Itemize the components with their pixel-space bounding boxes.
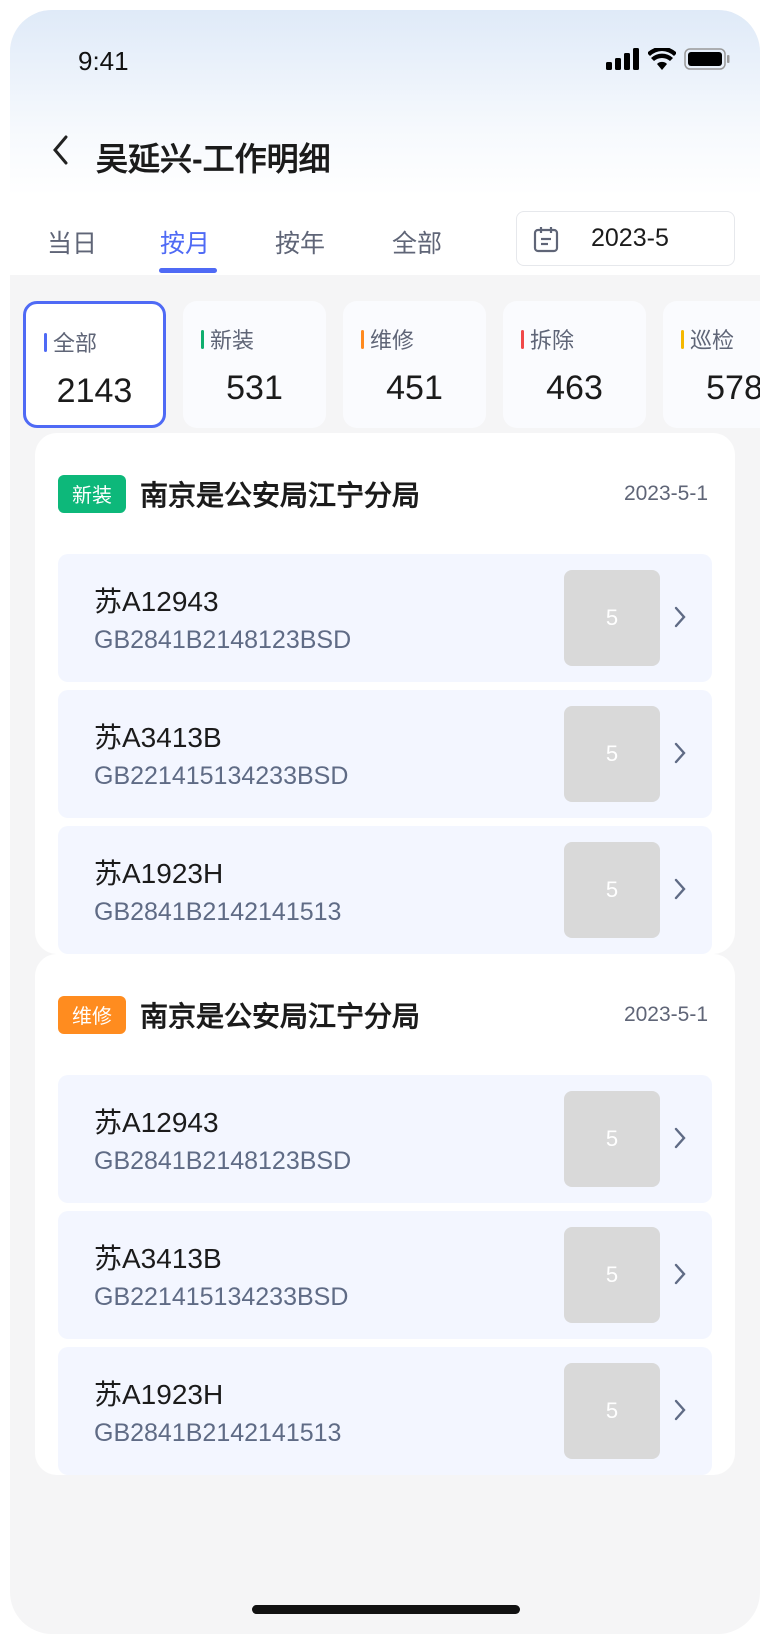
stat-label: 全部 (44, 326, 97, 358)
chevron-right-icon (674, 742, 686, 764)
group-header: 新装 南京是公安局江宁分局 2023-5-1 (58, 433, 712, 554)
stat-label: 拆除 (521, 323, 574, 355)
thumbnail: 5 (564, 1091, 660, 1187)
list-item[interactable]: 苏A1923H GB2841B2142141513 5 (58, 826, 712, 954)
stat-count: 531 (226, 369, 283, 407)
type-badge: 新装 (58, 474, 126, 513)
phone-screen: 9:41 吴延兴-工作明细 当日 按月 按年 全部 2023-5 全部 2143 新… (10, 10, 760, 1634)
thumbnail: 5 (564, 842, 660, 938)
stat-label: 维修 (361, 323, 414, 355)
chevron-right-icon (674, 1399, 686, 1421)
stat-card[interactable]: 巡检 578 (663, 301, 760, 428)
stat-card[interactable]: 拆除 463 (503, 301, 646, 428)
stat-color-bar (681, 329, 684, 349)
stat-color-bar (201, 329, 204, 349)
group-date: 2023-5-1 (623, 481, 708, 505)
stat-count: 2143 (56, 372, 133, 410)
plate-number: 苏A3413B (94, 1243, 222, 1274)
stat-label: 新装 (201, 323, 254, 355)
device-code: GB221415134233BSD (94, 1283, 349, 1311)
thumbnail: 5 (564, 570, 660, 666)
work-group-card: 维修 南京是公安局江宁分局 2023-5-1 苏A12943 GB2841B214812… (35, 954, 735, 1475)
stat-label-text: 巡检 (690, 328, 735, 353)
plate-number: 苏A1923H (94, 1379, 224, 1410)
stat-label-text: 拆除 (530, 328, 575, 353)
stat-card[interactable]: 维修 451 (343, 301, 486, 428)
stat-color-bar (361, 329, 364, 349)
tab-year[interactable]: 按年 (275, 224, 325, 260)
stat-color-bar (44, 332, 47, 352)
organization-name: 南京是公安局江宁分局 (140, 1000, 421, 1032)
tab-day[interactable]: 当日 (47, 224, 97, 260)
stat-count: 578 (706, 369, 760, 407)
active-tab-indicator (159, 268, 217, 273)
device-code: GB221415134233BSD (94, 762, 349, 790)
signal-icon (606, 48, 639, 70)
chevron-right-icon (674, 1127, 686, 1149)
thumbnail: 5 (564, 1227, 660, 1323)
device-code: GB2841B2142141513 (94, 1419, 342, 1447)
chevron-right-icon (674, 606, 686, 628)
group-header: 维修 南京是公安局江宁分局 2023-5-1 (58, 954, 712, 1075)
list-item[interactable]: 苏A3413B GB221415134233BSD 5 (58, 690, 712, 818)
plate-number: 苏A1923H (94, 858, 224, 889)
date-picker[interactable]: 2023-5 (516, 211, 735, 266)
stat-card[interactable]: 新装 531 (183, 301, 326, 428)
stat-count: 451 (386, 369, 443, 407)
stat-label-text: 新装 (210, 328, 255, 353)
plate-number: 苏A3413B (94, 722, 222, 753)
tab-all[interactable]: 全部 (392, 224, 442, 260)
stat-count: 463 (546, 369, 603, 407)
wifi-icon (648, 48, 676, 70)
group-date: 2023-5-1 (623, 1002, 708, 1026)
device-code: GB2841B2148123BSD (94, 626, 352, 654)
list-item[interactable]: 苏A12943 GB2841B2148123BSD 5 (58, 1075, 712, 1203)
date-value: 2023-5 (591, 224, 669, 252)
type-badge: 维修 (58, 995, 126, 1034)
status-time: 9:41 (78, 46, 129, 76)
plate-number: 苏A12943 (94, 586, 219, 617)
stats-row: 全部 2143 新装 531 维修 451 拆除 463 巡检 578 (23, 301, 760, 428)
stat-label-text: 维修 (370, 328, 415, 353)
home-indicator (252, 1605, 520, 1614)
tab-month[interactable]: 按月 (160, 224, 210, 260)
list-item[interactable]: 苏A12943 GB2841B2148123BSD 5 (58, 554, 712, 682)
list-item[interactable]: 苏A3413B GB221415134233BSD 5 (58, 1211, 712, 1339)
battery-icon (684, 48, 730, 70)
stat-label-text: 全部 (53, 331, 98, 356)
thumbnail: 5 (564, 706, 660, 802)
thumbnail: 5 (564, 1363, 660, 1459)
calendar-icon (533, 226, 559, 252)
organization-name: 南京是公安局江宁分局 (140, 479, 421, 511)
stat-card[interactable]: 全部 2143 (23, 301, 166, 428)
stat-label: 巡检 (681, 323, 734, 355)
chevron-right-icon (674, 878, 686, 900)
plate-number: 苏A12943 (94, 1107, 219, 1138)
status-icons (606, 48, 730, 70)
device-code: GB2841B2148123BSD (94, 1147, 352, 1175)
chevron-left-icon (53, 135, 68, 165)
device-code: GB2841B2142141513 (94, 898, 342, 926)
page-title: 吴延兴-工作明细 (96, 141, 331, 177)
chevron-right-icon (674, 1263, 686, 1285)
back-button[interactable] (50, 134, 70, 174)
list-item[interactable]: 苏A1923H GB2841B2142141513 5 (58, 1347, 712, 1475)
stat-color-bar (521, 329, 524, 349)
work-group-card: 新装 南京是公安局江宁分局 2023-5-1 苏A12943 GB2841B214812… (35, 433, 735, 954)
